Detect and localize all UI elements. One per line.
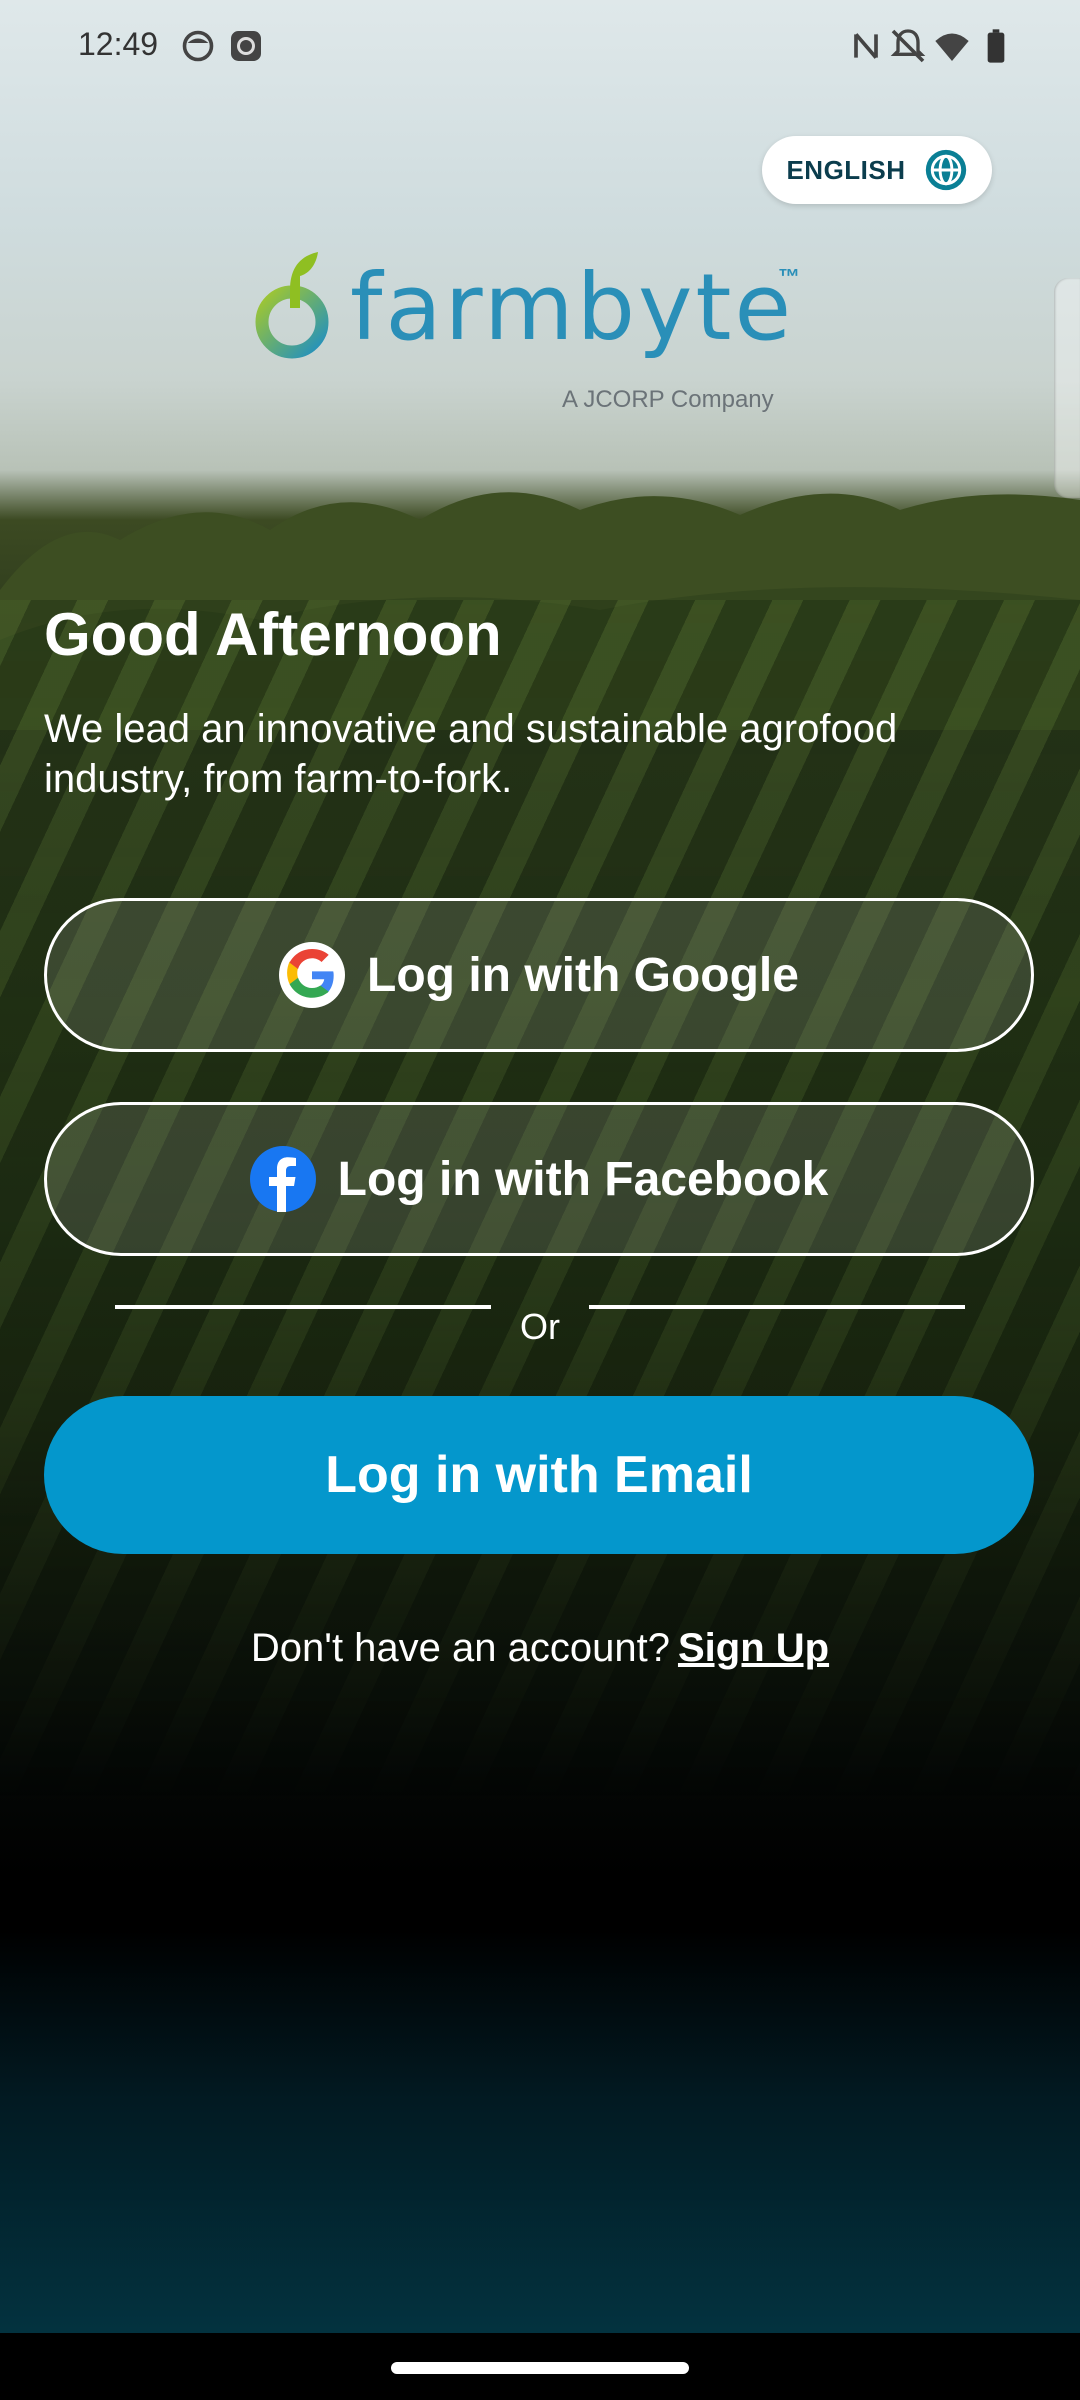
divider-or-label: Or (520, 1306, 560, 1347)
login-screen: 12:49 ENGLISH farmbyte ™ A JCORP Company… (0, 0, 1080, 2400)
signup-link[interactable]: Sign Up (678, 1626, 829, 1670)
logo-subtitle: A JCORP Company (562, 386, 774, 413)
facebook-icon (249, 1146, 316, 1212)
side-drawer-handle[interactable] (1054, 278, 1080, 498)
tagline-text: We lead an innovative and sustainable ag… (44, 707, 898, 801)
email-button-label: Log in with Email (325, 1446, 753, 1504)
mute-icon (890, 29, 926, 63)
signup-row: Don't have an account? Sign Up (0, 1626, 1080, 1671)
divider-right (589, 1305, 965, 1309)
google-button-label: Log in with Google (367, 948, 799, 1002)
facebook-button-label: Log in with Facebook (337, 1152, 829, 1206)
screen-record-icon (231, 31, 261, 61)
wifi-icon (935, 33, 969, 61)
sprout-logo-icon (255, 252, 329, 359)
google-icon (279, 942, 346, 1008)
language-label: ENGLISH (786, 154, 906, 185)
battery-icon (987, 29, 1005, 63)
signup-prompt: Don't have an account? (250, 1626, 670, 1670)
nfc-icon (854, 33, 878, 59)
google-login-button[interactable]: Log in with Google (44, 898, 1034, 1052)
language-selector[interactable]: ENGLISH (762, 136, 992, 204)
status-time: 12:49 (78, 26, 159, 62)
farmbyte-logo: farmbyte ™ A JCORP Company (250, 248, 810, 418)
email-login-button[interactable]: Log in with Email (44, 1396, 1034, 1554)
facebook-login-button[interactable]: Log in with Facebook (44, 1102, 1034, 1256)
globe-icon (925, 149, 966, 191)
divider-left (115, 1305, 491, 1309)
face-icon (182, 30, 214, 62)
home-indicator[interactable] (391, 2362, 689, 2374)
logo-wordmark: farmbyte (350, 254, 795, 361)
logo-trademark: ™ (778, 264, 800, 289)
status-bar: 12:49 (0, 0, 1080, 96)
greeting-title: Good Afternoon (44, 601, 502, 668)
